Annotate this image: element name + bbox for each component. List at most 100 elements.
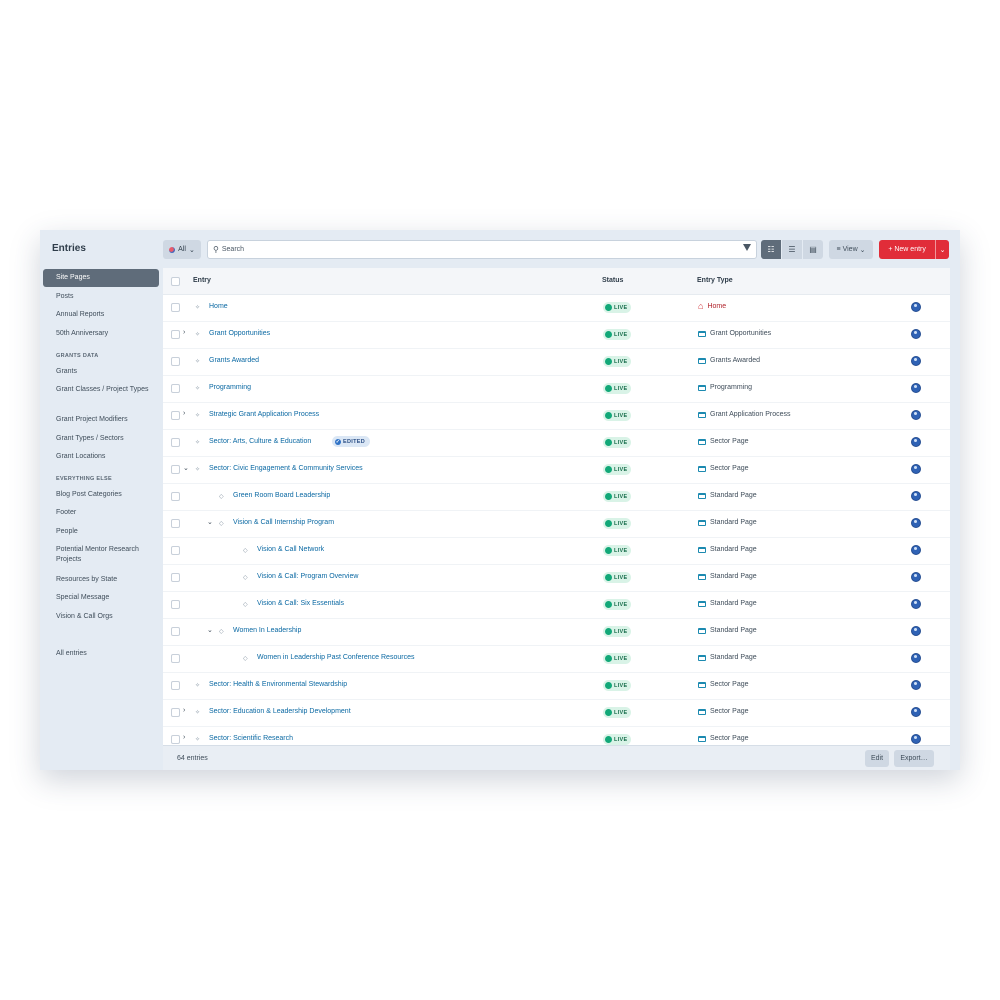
- column-header-entry[interactable]: Entry: [193, 277, 211, 284]
- row-checkbox[interactable]: [171, 438, 180, 447]
- globe-icon[interactable]: [911, 410, 921, 420]
- drag-handle-icon[interactable]: ✧: [195, 736, 200, 743]
- row-checkbox[interactable]: [171, 357, 180, 366]
- entry-title-link[interactable]: Green Room Board Leadership: [233, 492, 330, 499]
- entry-title-link[interactable]: Sector: Arts, Culture & Education: [209, 438, 311, 445]
- entry-title-link[interactable]: Women In Leadership: [233, 627, 301, 634]
- drag-handle-icon[interactable]: ◇: [243, 547, 248, 554]
- table-row[interactable]: › ✧ Sector: Education & Leadership Develop…: [163, 699, 950, 727]
- row-checkbox[interactable]: [171, 330, 180, 339]
- sidebar-item-50th-anniversary[interactable]: 50th Anniversary: [43, 329, 159, 339]
- cards-view-button[interactable]: ▤: [803, 240, 823, 259]
- drag-handle-icon[interactable]: ✧: [195, 331, 200, 338]
- drag-handle-icon[interactable]: ✧: [195, 358, 200, 365]
- globe-icon[interactable]: [911, 437, 921, 447]
- site-menu-button[interactable]: All ⌄: [163, 240, 201, 259]
- sidebar-item-grant-types-sectors[interactable]: Grant Types / Sectors: [43, 434, 159, 444]
- drag-handle-icon[interactable]: ✧: [195, 304, 200, 311]
- globe-icon[interactable]: [911, 545, 921, 555]
- table-row[interactable]: ✧ Grants Awarded LIVE Grants Awarded: [163, 348, 950, 376]
- row-checkbox[interactable]: [171, 735, 180, 744]
- column-header-entry-type[interactable]: Entry Type: [697, 277, 733, 284]
- table-row[interactable]: ◇ Vision & Call: Program Overview LIVE Stan…: [163, 564, 950, 592]
- table-row[interactable]: › ✧ Strategic Grant Application Process LIV…: [163, 402, 950, 430]
- row-checkbox[interactable]: [171, 546, 180, 555]
- chevron-right-icon[interactable]: ›: [183, 410, 185, 417]
- new-entry-main[interactable]: + New entry: [879, 246, 935, 253]
- table-row[interactable]: ⌄ ◇ Vision & Call Internship Program LIVE St…: [163, 510, 950, 538]
- globe-icon[interactable]: [911, 572, 921, 582]
- table-row[interactable]: ✧ Sector: Arts, Culture & Education ✓ EDITE…: [163, 429, 950, 457]
- sidebar-item-people[interactable]: People: [43, 527, 159, 537]
- entry-title-link[interactable]: Sector: Civic Engagement & Community Ser…: [209, 465, 363, 472]
- entry-title-link[interactable]: Grants Awarded: [209, 357, 259, 364]
- new-entry-button[interactable]: + New entry ⌄: [879, 240, 949, 259]
- table-row[interactable]: ⌄ ◇ Women In Leadership LIVE Standard Page: [163, 618, 950, 646]
- globe-icon[interactable]: [911, 599, 921, 609]
- drag-handle-icon[interactable]: ◇: [219, 628, 224, 635]
- row-checkbox[interactable]: [171, 654, 180, 663]
- table-row[interactable]: ◇ Vision & Call Network LIVE Standard Page: [163, 537, 950, 565]
- entry-title-link[interactable]: Grant Opportunities: [209, 330, 270, 337]
- view-menu-button[interactable]: ≡ View ⌄: [829, 240, 873, 259]
- new-entry-menu-button[interactable]: ⌄: [935, 240, 949, 259]
- row-checkbox[interactable]: [171, 573, 180, 582]
- sidebar-item-grant-project-modifiers[interactable]: Grant Project Modifiers: [43, 415, 159, 425]
- row-checkbox[interactable]: [171, 492, 180, 501]
- globe-icon[interactable]: [911, 491, 921, 501]
- entry-title-link[interactable]: Vision & Call Internship Program: [233, 519, 334, 526]
- globe-icon[interactable]: [911, 680, 921, 690]
- filter-icon[interactable]: [743, 244, 751, 251]
- entry-title-link[interactable]: Vision & Call: Program Overview: [257, 573, 358, 580]
- chevron-right-icon[interactable]: ›: [183, 707, 185, 714]
- globe-icon[interactable]: [911, 329, 921, 339]
- sidebar-item-resources-by-state[interactable]: Resources by State: [43, 575, 159, 585]
- entry-title-link[interactable]: Vision & Call: Six Essentials: [257, 600, 344, 607]
- edit-button[interactable]: Edit: [865, 750, 889, 767]
- entry-title-link[interactable]: Home: [209, 303, 228, 310]
- sidebar-item-site-pages[interactable]: Site Pages: [43, 269, 159, 287]
- globe-icon[interactable]: [911, 383, 921, 393]
- globe-icon[interactable]: [911, 653, 921, 663]
- entry-title-link[interactable]: Sector: Scientific Research: [209, 735, 293, 742]
- globe-icon[interactable]: [911, 302, 921, 312]
- row-checkbox[interactable]: [171, 411, 180, 420]
- entry-title-link[interactable]: Sector: Education & Leadership Developme…: [209, 708, 351, 715]
- entry-title-link[interactable]: Women in Leadership Past Conference Reso…: [257, 654, 414, 661]
- entry-title-link[interactable]: Vision & Call Network: [257, 546, 324, 553]
- globe-icon[interactable]: [911, 707, 921, 717]
- sidebar-item-posts[interactable]: Posts: [43, 292, 159, 302]
- chevron-down-icon[interactable]: ⌄: [207, 626, 213, 634]
- drag-handle-icon[interactable]: ✧: [195, 385, 200, 392]
- sidebar-item-grants[interactable]: Grants: [43, 367, 159, 377]
- select-all-checkbox[interactable]: [171, 277, 180, 286]
- entry-title-link[interactable]: Programming: [209, 384, 251, 391]
- row-checkbox[interactable]: [171, 627, 180, 636]
- drag-handle-icon[interactable]: ✧: [195, 682, 200, 689]
- row-checkbox[interactable]: [171, 303, 180, 312]
- sidebar-item-grant-locations[interactable]: Grant Locations: [43, 452, 159, 462]
- column-header-status[interactable]: Status: [602, 277, 623, 284]
- sidebar-item-annual-reports[interactable]: Annual Reports: [43, 310, 159, 320]
- drag-handle-icon[interactable]: ✧: [195, 439, 200, 446]
- drag-handle-icon[interactable]: ◇: [243, 655, 248, 662]
- drag-handle-icon[interactable]: ◇: [243, 574, 248, 581]
- table-row[interactable]: ⌄ ✧ Sector: Civic Engagement & Community S…: [163, 456, 950, 484]
- export-button[interactable]: Export…: [894, 750, 934, 767]
- sidebar-item-special-message[interactable]: Special Message: [43, 593, 159, 603]
- list-view-button[interactable]: ☰: [782, 240, 802, 259]
- row-checkbox[interactable]: [171, 600, 180, 609]
- entry-title-link[interactable]: Sector: Health & Environmental Stewardsh…: [209, 681, 347, 688]
- chevron-right-icon[interactable]: ›: [183, 734, 185, 741]
- chevron-right-icon[interactable]: ›: [183, 329, 185, 336]
- drag-handle-icon[interactable]: ◇: [219, 493, 224, 500]
- drag-handle-icon[interactable]: ◇: [243, 601, 248, 608]
- row-checkbox[interactable]: [171, 708, 180, 717]
- drag-handle-icon[interactable]: ◇: [219, 520, 224, 527]
- table-row[interactable]: ✧ Home LIVE ⌂ Home: [163, 294, 950, 322]
- table-row[interactable]: ◇ Vision & Call: Six Essentials LIVE Standa…: [163, 591, 950, 619]
- sidebar-item-grant-classes[interactable]: Grant Classes / Project Types: [43, 385, 159, 395]
- globe-icon[interactable]: [911, 626, 921, 636]
- globe-icon[interactable]: [911, 356, 921, 366]
- row-checkbox[interactable]: [171, 681, 180, 690]
